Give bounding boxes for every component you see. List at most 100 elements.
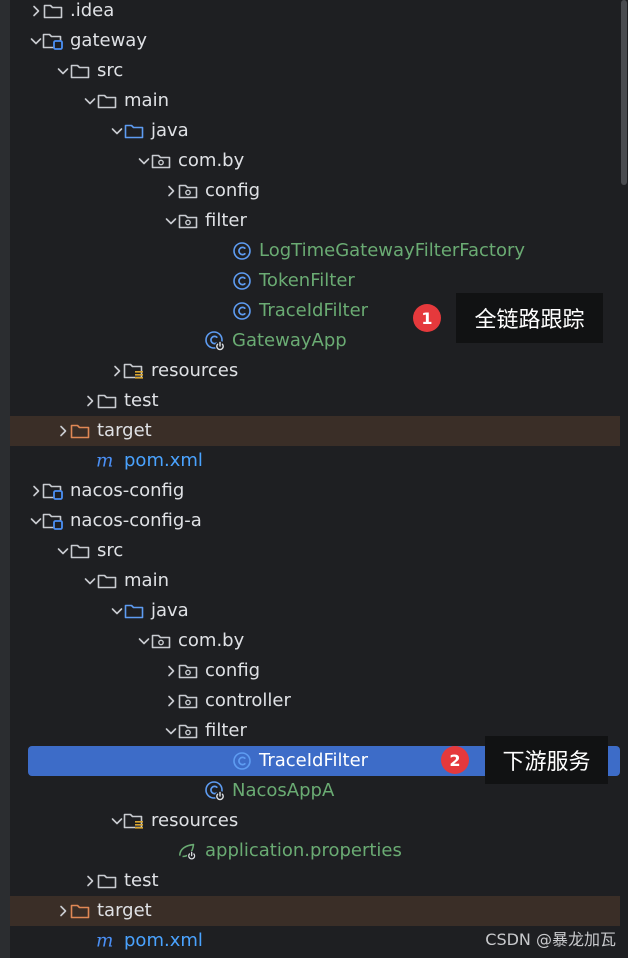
- resources-folder-icon: [123, 356, 145, 386]
- tree-row-label: config: [205, 180, 261, 201]
- spring-boot-class-icon: [204, 776, 226, 806]
- tool-window-gutter: [0, 0, 10, 958]
- folder-icon: [96, 866, 118, 896]
- folder-icon: [96, 566, 118, 596]
- tree-row-tokenfilter[interactable]: TokenFilter: [10, 266, 628, 296]
- tree-row-label: pom.xml: [124, 450, 203, 471]
- project-tree[interactable]: .idea gateway src main java com.by config filte…: [0, 0, 628, 958]
- annotation-badge-2: 2: [441, 746, 469, 774]
- tree-row-config[interactable]: config: [10, 656, 628, 686]
- tree-row-label: TraceIdFilter: [259, 750, 369, 771]
- tree-row-src[interactable]: src: [10, 536, 628, 566]
- tree-row-label: application.properties: [205, 840, 402, 861]
- tree-row-label: target: [97, 420, 152, 441]
- source-folder-icon: [123, 116, 145, 146]
- tree-row-label: .idea: [70, 0, 115, 21]
- excluded-folder-icon: [69, 416, 91, 446]
- tree-row-label: resources: [151, 810, 239, 831]
- tree-row-pom-xml[interactable]: m pom.xml: [10, 446, 628, 476]
- package-icon: [150, 146, 172, 176]
- maven-icon: m: [96, 926, 118, 956]
- tree-row-test[interactable]: test: [10, 386, 628, 416]
- tree-row-label: main: [124, 570, 169, 591]
- tree-row-com-by[interactable]: com.by: [10, 146, 628, 176]
- folder-icon: [69, 56, 91, 86]
- module-folder-icon: [42, 476, 64, 506]
- tree-row-label: nacos-config: [70, 480, 185, 501]
- maven-icon: m: [96, 446, 118, 476]
- tree-row-label: NacosAppA: [232, 780, 335, 801]
- tree-row-label: config: [205, 660, 261, 681]
- tree-row-label: LogTimeGatewayFilterFactory: [259, 240, 526, 261]
- tree-row-logtimegatewayfilterfactory[interactable]: LogTimeGatewayFilterFactory: [10, 236, 628, 266]
- module-folder-icon: [42, 26, 64, 56]
- tree-row-resources[interactable]: resources: [10, 356, 628, 386]
- scrollbar[interactable]: [620, 0, 628, 958]
- tree-row-java[interactable]: java: [10, 596, 628, 626]
- tree-row-resources[interactable]: resources: [10, 806, 628, 836]
- svg-text:m: m: [96, 451, 113, 471]
- tree-row-config[interactable]: config: [10, 176, 628, 206]
- package-icon: [177, 656, 199, 686]
- tree-row-label: nacos-config-a: [70, 510, 202, 531]
- annotation-badge-1: 1: [413, 304, 441, 332]
- tree-row-nacos-config[interactable]: nacos-config: [10, 476, 628, 506]
- tree-row-src[interactable]: src: [10, 56, 628, 86]
- tree-row-label: test: [124, 870, 159, 891]
- tree-row-controller[interactable]: controller: [10, 686, 628, 716]
- tree-row-label: main: [124, 90, 169, 111]
- source-folder-icon: [123, 596, 145, 626]
- class-icon: [231, 746, 253, 776]
- tree-row-label: src: [97, 540, 124, 561]
- tree-row-label: test: [124, 390, 159, 411]
- tree-row-label: src: [97, 60, 124, 81]
- tree-row-label: java: [151, 120, 189, 141]
- tree-row-gateway[interactable]: gateway: [10, 26, 628, 56]
- tree-row-filter[interactable]: filter: [10, 206, 628, 236]
- svg-text:m: m: [96, 931, 113, 951]
- tree-row-idea[interactable]: .idea: [10, 0, 628, 26]
- class-icon: [231, 266, 253, 296]
- package-icon: [177, 716, 199, 746]
- annotation-callout-1: 全链路跟踪: [456, 293, 603, 343]
- spring-properties-icon: [177, 836, 199, 866]
- tree-row-label: target: [97, 900, 152, 921]
- package-icon: [177, 176, 199, 206]
- tree-row-label: TraceIdFilter: [259, 300, 369, 321]
- tree-row-label: controller: [205, 690, 291, 711]
- package-icon: [177, 206, 199, 236]
- folder-icon: [96, 86, 118, 116]
- excluded-folder-icon: [69, 896, 91, 926]
- tree-row-main[interactable]: main: [10, 86, 628, 116]
- scrollbar-thumb[interactable]: [621, 0, 627, 185]
- tree-row-label: filter: [205, 720, 247, 741]
- tree-row-label: filter: [205, 210, 247, 231]
- tree-row-label: pom.xml: [124, 930, 203, 951]
- tree-row-main[interactable]: main: [10, 566, 628, 596]
- tree-row-label: TokenFilter: [259, 270, 355, 291]
- tree-row-target[interactable]: target: [10, 416, 628, 446]
- tree-row-label: gateway: [70, 30, 147, 51]
- tree-row-label: java: [151, 600, 189, 621]
- tree-row-label: GatewayApp: [232, 330, 347, 351]
- module-folder-icon: [42, 506, 64, 536]
- resources-folder-icon: [123, 806, 145, 836]
- tree-row-label: com.by: [178, 630, 245, 651]
- folder-icon: [69, 536, 91, 566]
- folder-icon: [96, 386, 118, 416]
- tree-row-com-by[interactable]: com.by: [10, 626, 628, 656]
- package-icon: [177, 686, 199, 716]
- tree-row-label: com.by: [178, 150, 245, 171]
- package-icon: [150, 626, 172, 656]
- tree-row-label: resources: [151, 360, 239, 381]
- folder-icon: [42, 0, 64, 26]
- tree-row-java[interactable]: java: [10, 116, 628, 146]
- annotation-callout-2: 下游服务: [485, 736, 608, 784]
- tree-row-target[interactable]: target: [10, 896, 628, 926]
- spring-boot-class-icon: [204, 326, 226, 356]
- class-icon: [231, 296, 253, 326]
- tree-row-nacos-config-a[interactable]: nacos-config-a: [10, 506, 628, 536]
- tree-row-test[interactable]: test: [10, 866, 628, 896]
- tree-row-application-properties[interactable]: application.properties: [10, 836, 628, 866]
- class-icon: [231, 236, 253, 266]
